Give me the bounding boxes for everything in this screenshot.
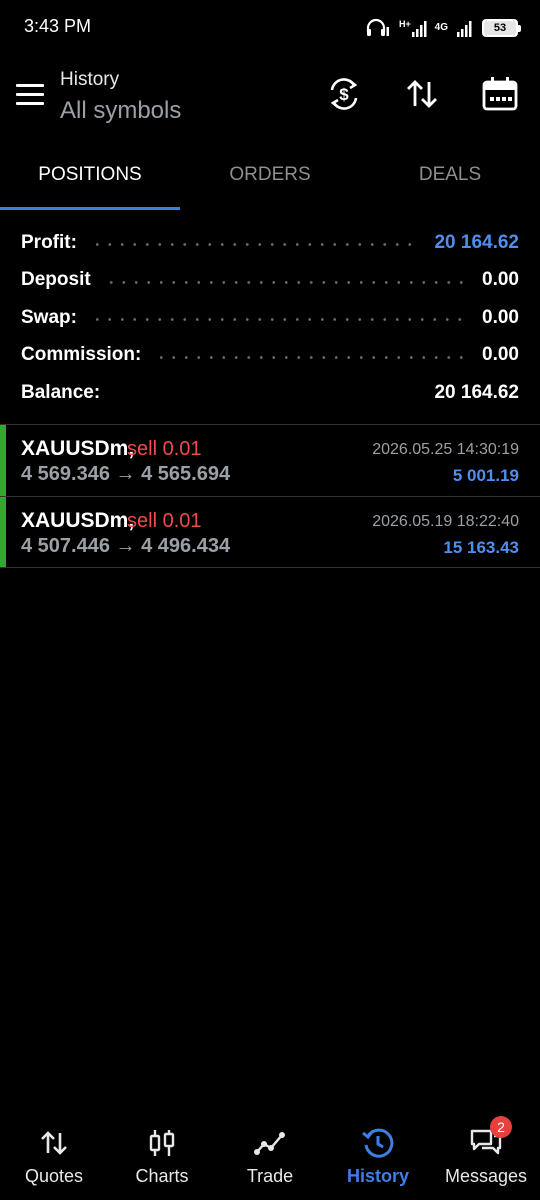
tab-orders[interactable]: ORDERS (180, 152, 360, 210)
svg-text:$: $ (339, 85, 349, 104)
charts-icon (149, 1130, 175, 1156)
status-icons: H+ 4G 53 (365, 16, 521, 40)
position-status-bar (0, 425, 6, 496)
nav-label: Messages (444, 1166, 528, 1186)
commission-label: Commission: (21, 344, 142, 366)
dotted-leader (114, 393, 420, 396)
tab-deals[interactable]: DEALS (360, 152, 540, 210)
history-tabs: POSITIONS ORDERS DEALS (0, 152, 540, 210)
nav-label: Trade (246, 1166, 294, 1186)
position-symbol: XAUUSDm, (21, 509, 135, 532)
dotted-leader (104, 280, 469, 284)
nav-quotes[interactable]: Quotes (0, 1122, 108, 1200)
sort-icon[interactable] (404, 76, 440, 112)
status-time: 3:43 PM (24, 16, 92, 36)
position-symbol: XAUUSDm, (21, 437, 135, 460)
currency-exchange-icon[interactable]: $ (326, 76, 362, 112)
position-time: 2026.05.19 18:22:40 (372, 513, 519, 530)
history-icon (362, 1128, 394, 1158)
battery-icon: 53 (482, 19, 521, 37)
swap-label: Swap: (21, 306, 77, 328)
nav-label: History (346, 1166, 409, 1186)
notification-badge: 2 (490, 1116, 512, 1138)
network-type: 4G (434, 22, 448, 33)
deposit-value: 0.00 (482, 269, 519, 291)
swap-row: Swap: 0.00 (21, 299, 519, 337)
history-summary: Profit: 20 164.62 Deposit 0.00 Swap: 0.0… (21, 224, 519, 412)
trade-icon (254, 1132, 285, 1155)
dotted-leader (90, 318, 469, 322)
position-type: sell 0.01 (127, 510, 202, 532)
position-type: sell 0.01 (127, 438, 202, 460)
tab-positions[interactable]: POSITIONS (0, 152, 180, 210)
symbol-filter[interactable]: All symbols (60, 97, 181, 125)
nav-label: Quotes (24, 1166, 84, 1186)
deposit-row: Deposit 0.00 (21, 262, 519, 300)
nav-charts[interactable]: Charts (108, 1122, 216, 1200)
position-prices: 4 569.346 → 4 565.694 (21, 463, 231, 485)
svg-text:H+: H+ (399, 19, 411, 29)
position-time: 2026.05.25 14:30:19 (372, 441, 519, 458)
profit-label: Profit: (21, 231, 77, 253)
profit-value: 20 164.62 (434, 231, 519, 253)
profit-row: Profit: 20 164.62 (21, 224, 519, 262)
menu-button[interactable] (16, 84, 46, 106)
app-header: History All symbols $ (0, 56, 540, 146)
commission-value: 0.00 (482, 344, 519, 366)
balance-row: Balance: 20 164.62 (21, 374, 519, 412)
quotes-icon (41, 1131, 67, 1155)
nav-history[interactable]: History (324, 1122, 432, 1200)
nav-label: Charts (135, 1166, 189, 1186)
nav-trade[interactable]: Trade (216, 1122, 324, 1200)
status-bar: 3:43 PM H+ 4G 53 (0, 0, 540, 56)
bottom-navigation: Quotes Charts Trade History 2 Messages (0, 1116, 540, 1200)
signal-strength-icon (457, 21, 472, 37)
position-row[interactable]: XAUUSDm, sell 0.01 4 569.346 → 4 565.694… (0, 424, 540, 496)
nav-messages[interactable]: 2 Messages (432, 1116, 540, 1200)
dotted-leader (90, 243, 421, 247)
page-title: History (60, 69, 120, 90)
position-prices: 4 507.446 → 4 496.434 (21, 535, 231, 557)
dotted-leader (155, 355, 469, 359)
calendar-icon[interactable] (482, 76, 518, 112)
signal-icon: H+ (399, 19, 427, 37)
headphones-icon (366, 18, 389, 36)
swap-value: 0.00 (482, 306, 519, 328)
position-profit: 5 001.19 (452, 466, 519, 485)
position-row[interactable]: XAUUSDm, sell 0.01 4 507.446 → 4 496.434… (0, 496, 540, 568)
commission-row: Commission: 0.00 (21, 337, 519, 375)
position-profit: 15 163.43 (443, 538, 519, 557)
balance-label: Balance: (21, 381, 101, 403)
deposit-label: Deposit (21, 269, 91, 291)
balance-value: 20 164.62 (434, 381, 519, 403)
position-status-bar (0, 497, 6, 567)
